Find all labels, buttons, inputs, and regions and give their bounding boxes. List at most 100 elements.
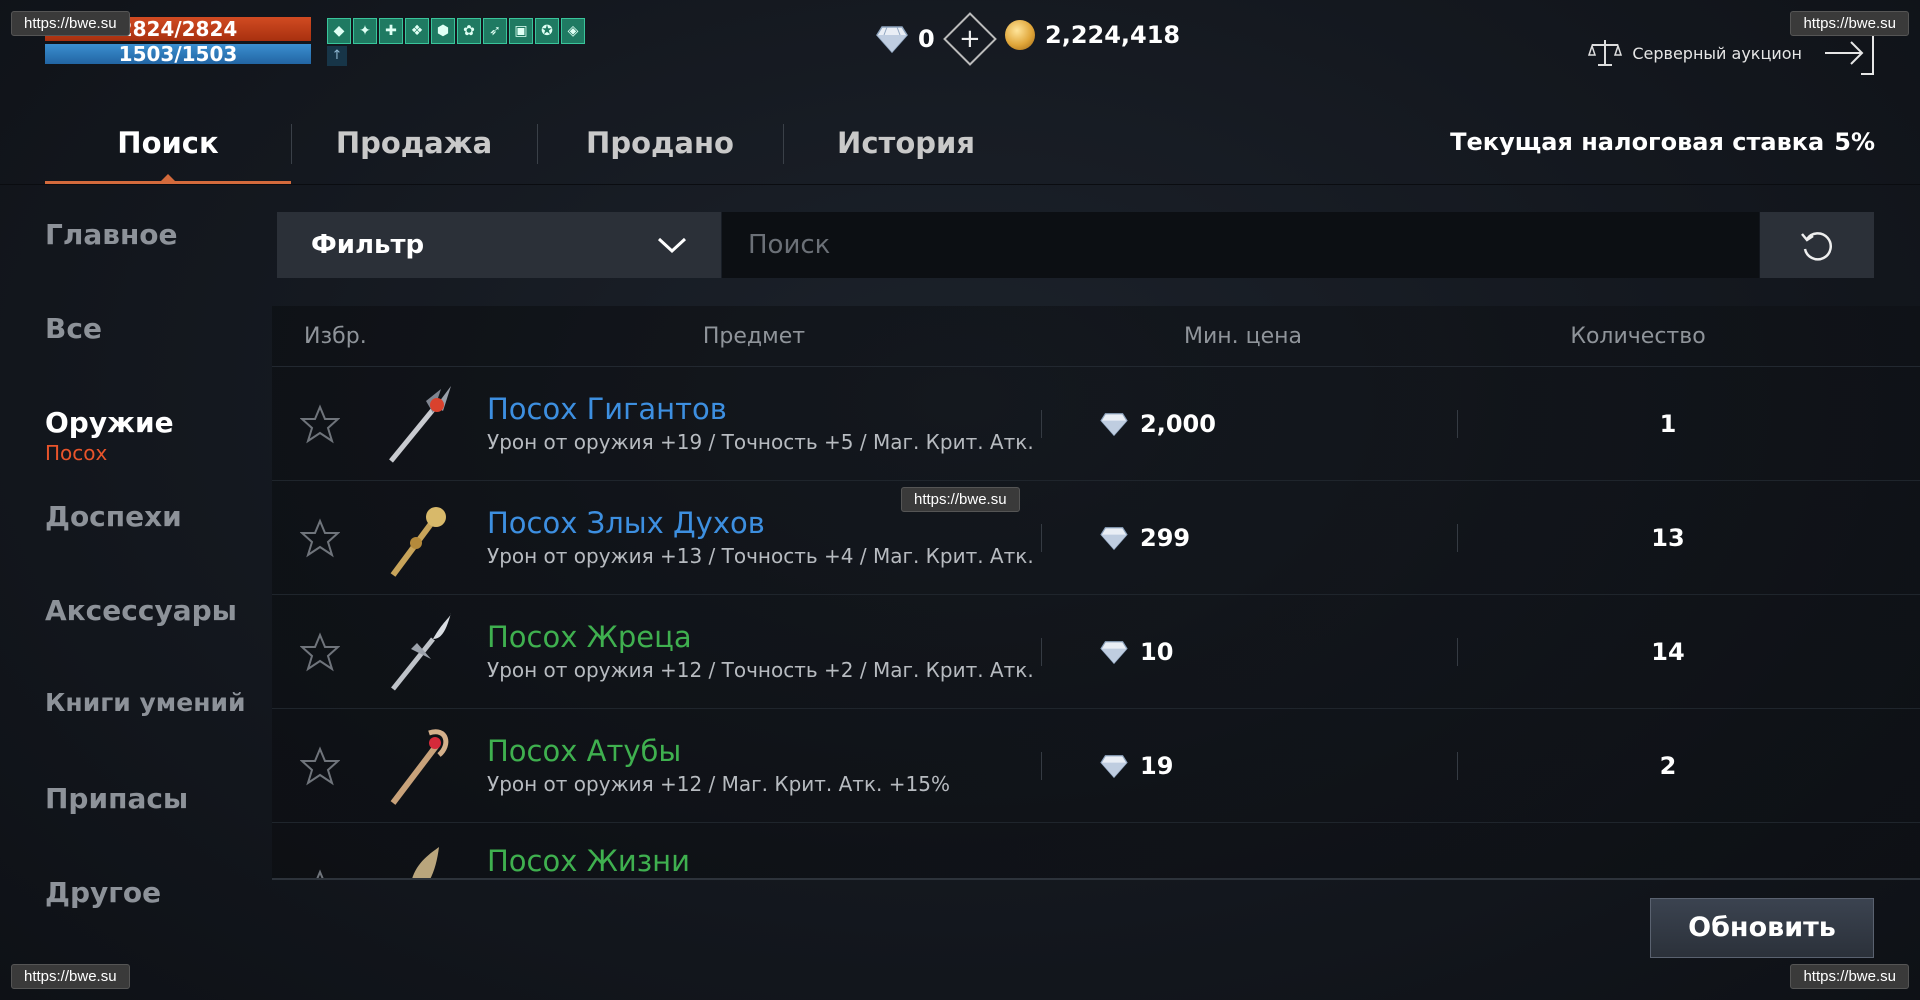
filter-label: Фильтр [311, 230, 425, 260]
sidebar-item-label: Припасы [45, 782, 189, 815]
item-stats: Урон от оружия +12 / Точность +2 / Маг. … [487, 657, 1041, 682]
tab-divider [537, 124, 538, 164]
quantity-value: 2 [1659, 751, 1677, 780]
sidebar-item-label: Аксессуары [45, 594, 237, 627]
min-price: 299 [1042, 524, 1457, 552]
sidebar-item-accessories[interactable]: Аксессуары [45, 594, 265, 688]
watermark-label: https://bwe.su [11, 964, 130, 989]
buff-icon[interactable]: ◈ [561, 18, 585, 44]
table-header: Избр. Предмет Мин. цена Количество [272, 306, 1920, 367]
column-header-item: Предмет [702, 323, 806, 349]
filter-dropdown[interactable]: Фильтр [277, 212, 721, 278]
add-diamonds-button[interactable]: + [942, 12, 997, 66]
min-price: 10 [1042, 843, 1457, 880]
debuff-icon[interactable]: ↑ [327, 46, 347, 66]
diamond-count: 0 [918, 25, 935, 53]
column-header-quantity[interactable]: Количество [1453, 324, 1823, 349]
gold-count: 2,224,418 [1045, 21, 1181, 49]
buff-icon[interactable]: ✚ [379, 18, 403, 44]
staff-icon [390, 506, 446, 577]
server-auction-link[interactable]: Серверный аукцион [1588, 38, 1802, 68]
favorite-star-icon[interactable] [299, 631, 340, 672]
quantity-value: 14 [1651, 637, 1685, 666]
buff-bar: ◆ ✦ ✚ ❖ ⬢ ✿ ➶ ▣ ✪ ◈ [327, 18, 585, 44]
table-row[interactable]: Посох Злых Духов Урон от оружия +13 / То… [272, 481, 1920, 595]
buff-icon[interactable]: ❖ [405, 18, 429, 44]
min-price: 2,000 [1042, 410, 1457, 438]
tax-rate: Текущая налоговая ставка 5% [1450, 128, 1875, 156]
price-value: 299 [1140, 523, 1191, 552]
buff-icon[interactable]: ✪ [535, 18, 559, 44]
tab-history[interactable]: История [783, 120, 1029, 184]
min-price: 10 [1042, 638, 1457, 666]
column-header-price[interactable]: Мин. цена [1033, 324, 1453, 349]
header-divider [0, 184, 1920, 185]
diamond-icon [1100, 412, 1128, 436]
table-row[interactable]: Посох Гигантов Урон от оружия +19 / Точн… [272, 367, 1920, 481]
staff-icon [390, 728, 449, 805]
diamond-icon [876, 26, 908, 53]
staff-icon [389, 385, 451, 463]
item-stats: Урон от оружия +12 / Маг. Крит. Атк. +15… [487, 771, 950, 796]
gold-balance: 2,224,418 [1005, 20, 1180, 50]
category-sidebar: Главное Все Оружие Посох Доспехи Аксессуа… [45, 218, 265, 970]
sidebar-item-label: Доспехи [45, 500, 182, 533]
item-name[interactable]: Посох Жизни [487, 843, 1041, 879]
diamond-balance: 0 + [876, 12, 997, 66]
scales-icon [1588, 40, 1623, 66]
diamond-icon [1100, 640, 1128, 664]
sidebar-item-label: Книги умений [45, 688, 246, 717]
item-stats: Урон от оружия +13 / Точность +4 / Маг. … [487, 543, 1041, 568]
table-row[interactable]: Посох Жреца Урон от оружия +12 / Точност… [272, 595, 1920, 709]
sidebar-item-main[interactable]: Главное [45, 218, 265, 312]
quantity-value: 25 [1458, 843, 1878, 880]
sidebar-item-supplies[interactable]: Припасы [45, 782, 265, 876]
sidebar-item-armor[interactable]: Доспехи [45, 500, 265, 594]
item-name[interactable]: Посох Жреца [487, 619, 1041, 655]
sidebar-item-label: Оружие [45, 406, 174, 439]
column-header-favorite: Избр. [304, 323, 367, 349]
buff-icon[interactable]: ✦ [353, 18, 377, 44]
min-price: 19 [1042, 752, 1457, 780]
staff-icon [391, 612, 451, 691]
reset-search-button[interactable] [1760, 212, 1874, 278]
tab-divider [783, 124, 784, 164]
buff-icon[interactable]: ▣ [509, 18, 533, 44]
item-name[interactable]: Посох Атубы [487, 733, 1041, 769]
watermark-label: https://bwe.su [1790, 964, 1909, 989]
sidebar-item-other[interactable]: Другое [45, 876, 265, 970]
sidebar-item-all[interactable]: Все [45, 312, 265, 406]
favorite-star-icon[interactable] [299, 403, 340, 444]
tab-search[interactable]: Поиск [45, 120, 291, 184]
buff-icon[interactable]: ➶ [483, 18, 507, 44]
tax-value: 5% [1834, 128, 1875, 156]
sidebar-item-skill-books[interactable]: Книги умений [45, 688, 265, 782]
table-bottom-divider [272, 878, 1920, 880]
item-stats: Урон от оружия +19 / Точность +5 / Маг. … [487, 429, 1041, 454]
tab-sell[interactable]: Продажа [291, 120, 537, 184]
table-row[interactable]: Посох Жизни 10 25 [272, 823, 1920, 880]
staff-icon [411, 847, 439, 880]
table-row[interactable]: Посох Атубы Урон от оружия +12 / Маг. Кр… [272, 709, 1920, 823]
favorite-star-icon[interactable] [299, 517, 340, 558]
watermark-label: https://bwe.su [1790, 11, 1909, 36]
sidebar-item-label: Главное [45, 218, 178, 251]
search-input[interactable] [722, 212, 1759, 278]
tab-sold[interactable]: Продано [537, 120, 783, 184]
refresh-button[interactable]: Обновить [1650, 898, 1874, 958]
buff-icon[interactable]: ◆ [327, 18, 351, 44]
sidebar-subcategory[interactable]: Посох [45, 441, 265, 465]
buff-icon[interactable]: ⬢ [431, 18, 455, 44]
price-value: 2,000 [1140, 409, 1216, 438]
sidebar-item-weapons[interactable]: Оружие Посох [45, 406, 265, 500]
buff-icon[interactable]: ✿ [457, 18, 481, 44]
watermark-label: https://bwe.su [901, 487, 1020, 512]
gold-coin-icon [1005, 20, 1035, 50]
item-name[interactable]: Посох Гигантов [487, 391, 1041, 427]
favorite-star-icon[interactable] [299, 745, 340, 786]
server-auction-label: Серверный аукцион [1632, 43, 1802, 63]
reset-icon [1801, 232, 1832, 261]
price-value: 10 [1140, 637, 1174, 666]
quantity-value: 1 [1659, 409, 1677, 438]
diamond-icon [1100, 754, 1128, 778]
